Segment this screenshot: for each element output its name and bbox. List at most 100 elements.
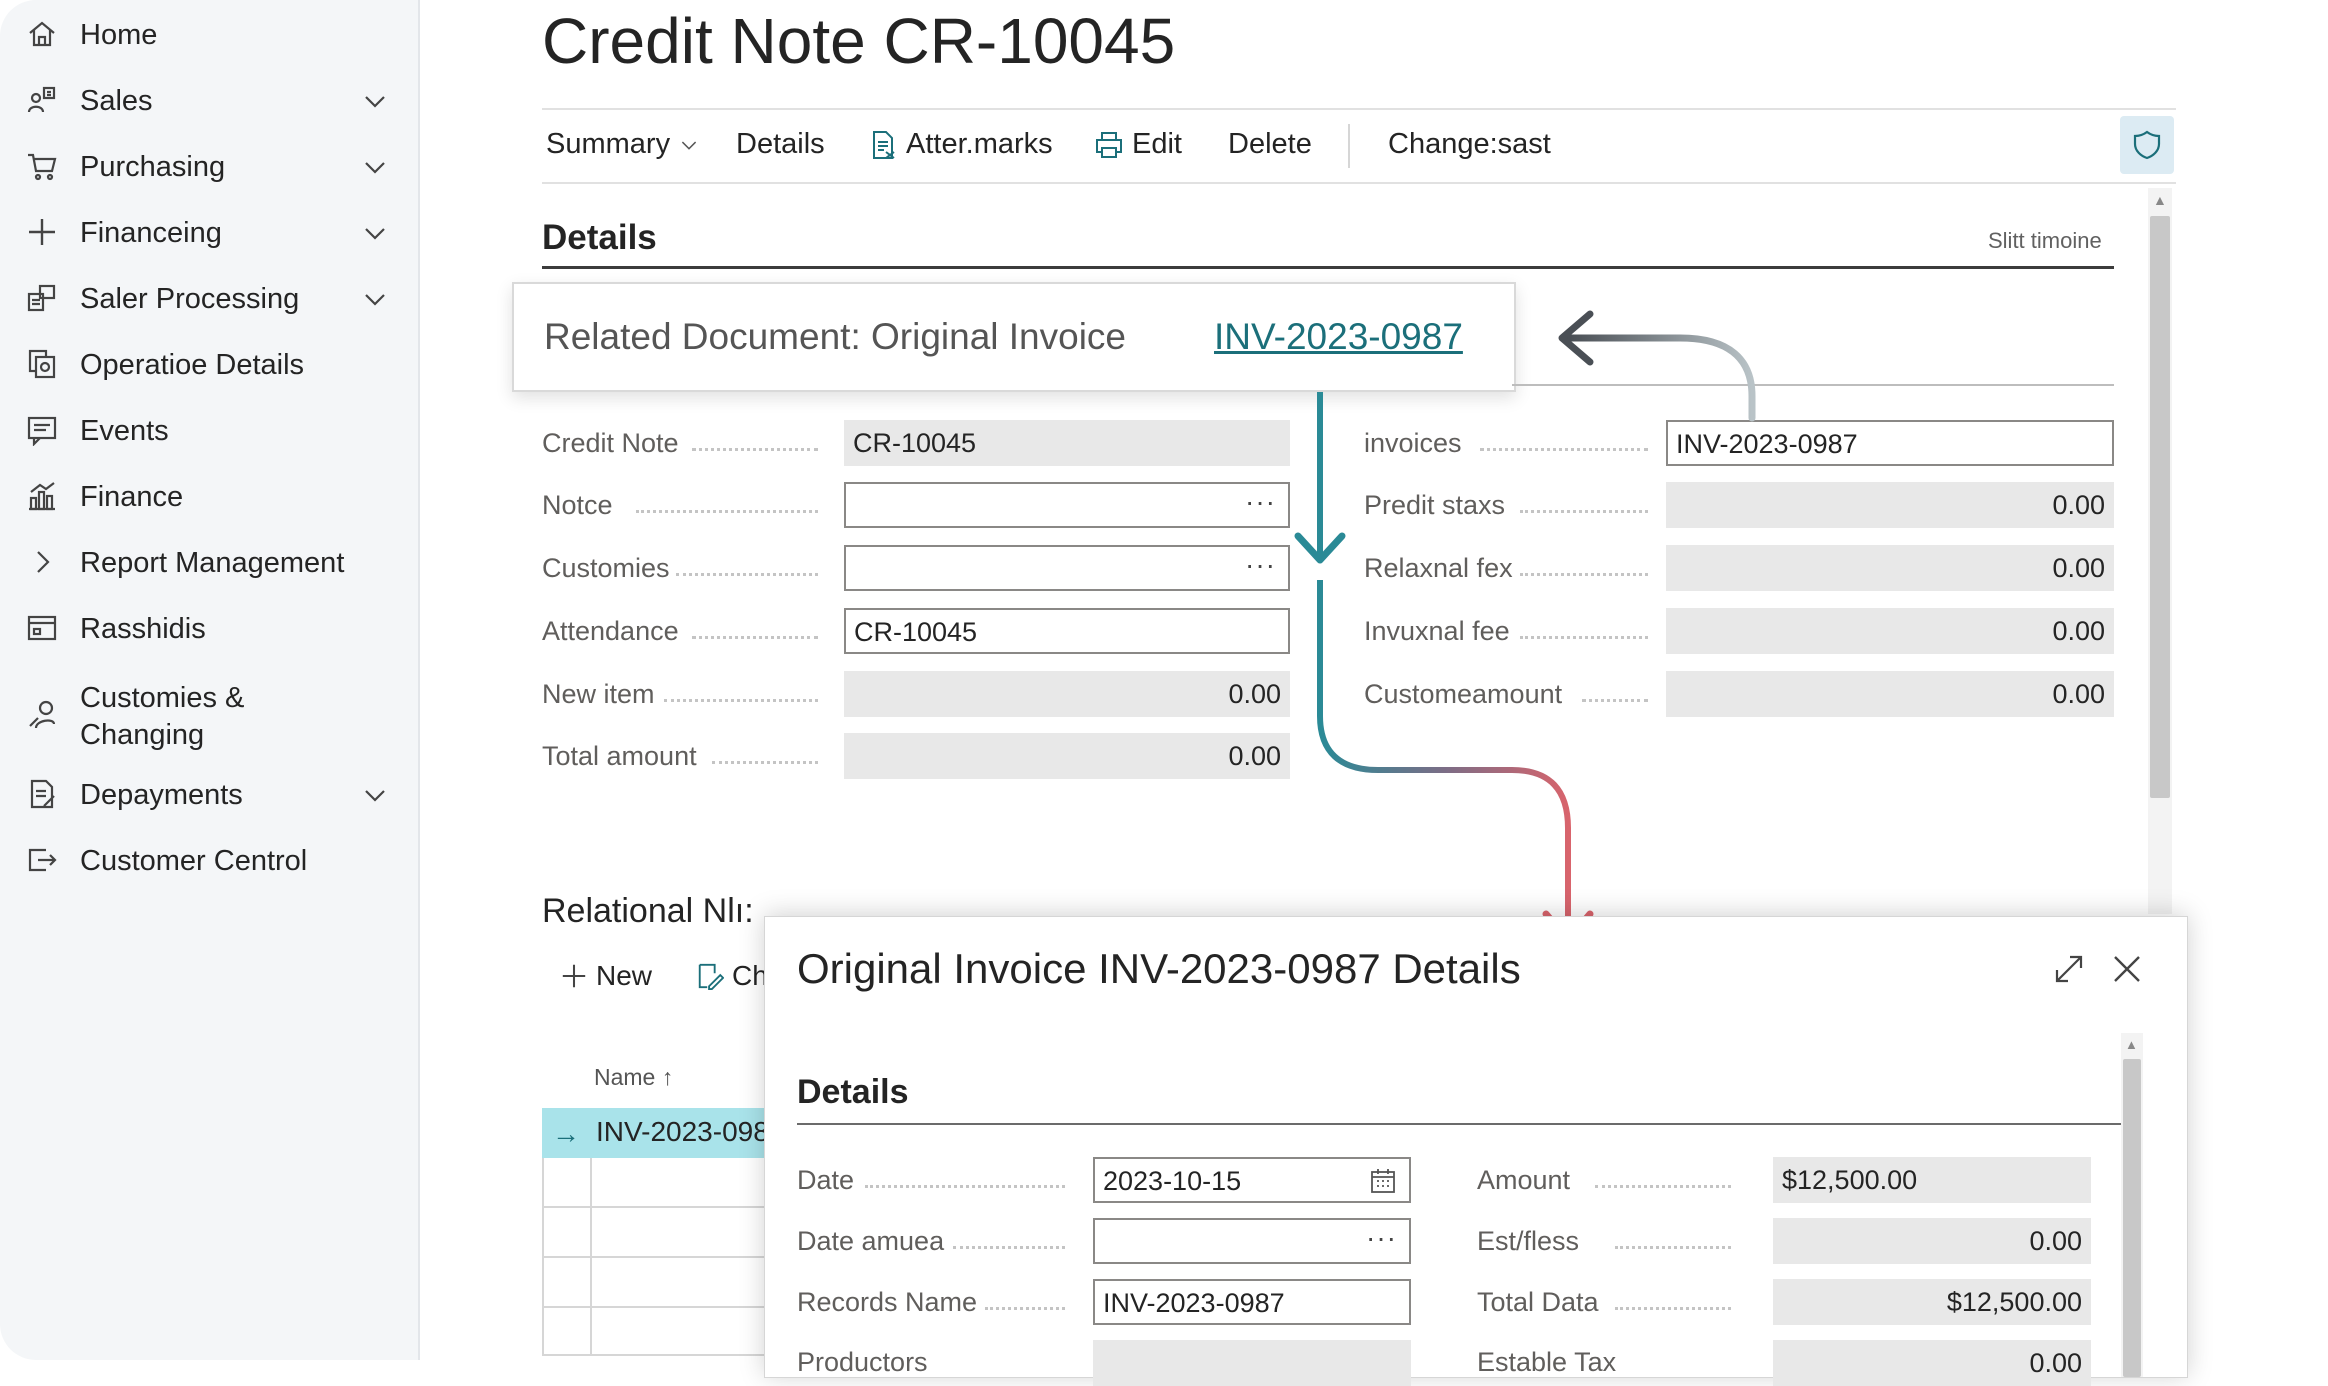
attachments-button[interactable]: Atter.marks — [868, 128, 1053, 161]
sidebar-item-label: Saler Processing — [80, 283, 300, 315]
field-leader — [1520, 569, 1648, 576]
sidebar-item-customies-changing[interactable]: Customies & Changing — [0, 678, 418, 751]
chevron-down-icon[interactable] — [362, 286, 388, 312]
field-leader — [985, 1303, 1065, 1310]
relational-section-title: Relational Nlı: — [542, 892, 754, 930]
invoices-field[interactable]: INV-2023-0987 — [1666, 420, 2114, 466]
field-label: Relaxnal fex — [1364, 553, 1513, 583]
table-row[interactable] — [544, 1306, 772, 1356]
dialog-scrollbar-thumb[interactable] — [2123, 1059, 2141, 1377]
sidebar-item-report-management[interactable]: Report Management — [0, 532, 418, 592]
chevron-down-icon — [681, 141, 697, 150]
more-icon[interactable]: ··· — [1245, 543, 1276, 587]
details-side-link[interactable]: Slitt timoine — [1988, 228, 2102, 254]
down-arrowhead-teal — [1294, 532, 1346, 564]
date-value: 2023-10-15 — [1103, 1166, 1242, 1196]
sales-icon — [26, 84, 58, 116]
main-scrollbar-thumb[interactable] — [2150, 216, 2170, 798]
relaxnal-fex-field[interactable]: 0.00 — [1666, 545, 2114, 591]
field-label: Invuxnal fee — [1364, 616, 1510, 646]
chevron-down-icon[interactable] — [362, 220, 388, 246]
field-label: Credit Note — [542, 428, 679, 458]
invoice-details-dialog: Original Invoice INV-2023-0987 Details D… — [764, 916, 2188, 1386]
field-label: Amount — [1477, 1165, 1571, 1195]
sidebar-item-saler-processing[interactable]: Saler Processing — [0, 268, 418, 328]
chevron-down-icon[interactable] — [362, 88, 388, 114]
sidebar-item-purchasing[interactable]: Purchasing — [0, 136, 418, 196]
change-list-button[interactable]: Ch — [696, 960, 768, 992]
sidebar-item-events[interactable]: Events — [0, 400, 418, 460]
change-button[interactable]: Change:sast — [1388, 128, 1551, 161]
shield-button[interactable] — [2120, 116, 2174, 174]
chart-icon — [26, 480, 58, 512]
records-name-field[interactable]: INV-2023-0987 — [1093, 1279, 1411, 1325]
selected-table-row[interactable]: → INV-2023-098 — [542, 1108, 770, 1158]
sidebar-item-operatioe-details[interactable]: Operatioe Details — [0, 334, 418, 394]
predit-staxs-field[interactable]: 0.00 — [1666, 482, 2114, 528]
field-label: Productors — [797, 1347, 928, 1377]
field-leader — [636, 506, 818, 513]
table-row[interactable] — [544, 1206, 772, 1256]
sidebar-item-rasshidis[interactable]: Rasshidis — [0, 598, 418, 658]
field-leader — [1615, 1303, 1731, 1310]
sidebar-item-customer-centrol[interactable]: Customer Centrol — [0, 830, 418, 890]
table-row[interactable] — [544, 1156, 772, 1206]
field-leader — [1520, 632, 1648, 639]
table-row[interactable] — [544, 1256, 772, 1306]
action-bar: Summary Details Atter.marks Edit Delete … — [542, 118, 2176, 180]
sidebar-item-label: Depayments — [80, 779, 243, 811]
shield-icon — [2133, 130, 2161, 160]
total-amount-field[interactable]: 0.00 — [844, 733, 1290, 779]
calendar-icon[interactable] — [1369, 1167, 1397, 1195]
scroll-up-icon[interactable]: ▲ — [2125, 1037, 2138, 1052]
attendance-field[interactable]: CR-10045 — [844, 608, 1290, 654]
estable-tax-field[interactable]: 0.00 — [1773, 1340, 2091, 1386]
field-label: invoices — [1364, 428, 1462, 458]
amount-field[interactable]: $12,500.00 — [1773, 1157, 2091, 1203]
sidebar-item-label: Sales — [80, 85, 153, 117]
print-icon — [1096, 131, 1122, 158]
arc-arrow-to-link — [1566, 334, 1756, 422]
field-label: Notce — [542, 490, 613, 520]
sidebar-item-financeing[interactable]: Financeing — [0, 202, 418, 262]
scroll-up-icon[interactable]: ▲ — [2153, 192, 2167, 208]
column-header-name[interactable]: Name ↑ — [594, 1064, 673, 1091]
chevron-down-icon[interactable] — [362, 154, 388, 180]
plus-icon — [562, 964, 586, 988]
customeamount-field[interactable]: 0.00 — [1666, 671, 2114, 717]
related-invoice-link[interactable]: INV-2023-0987 — [1214, 316, 1463, 358]
field-label: Predit staxs — [1364, 490, 1506, 520]
dialog-section-rule — [797, 1123, 2137, 1125]
productors-field[interactable] — [1093, 1340, 1411, 1386]
new-item-field[interactable]: 0.00 — [844, 671, 1290, 717]
close-icon[interactable] — [2109, 951, 2145, 987]
field-label: Records Name — [797, 1287, 978, 1317]
chevron-right-icon — [26, 546, 58, 578]
field-label: Estable Tax — [1477, 1347, 1617, 1377]
notce-field[interactable]: ··· — [844, 482, 1290, 528]
sidebar-item-home[interactable]: Home — [0, 4, 418, 64]
more-icon[interactable]: ··· — [1366, 1216, 1397, 1260]
sidebar-item-label: Report Management — [80, 547, 345, 579]
summary-menu[interactable]: Summary — [546, 128, 700, 161]
new-button[interactable]: New — [560, 960, 652, 992]
est-fless-field[interactable]: 0.00 — [1773, 1218, 2091, 1264]
date-field[interactable]: 2023-10-15 — [1093, 1157, 1411, 1203]
invuxnal-fee-field[interactable]: 0.00 — [1666, 608, 2114, 654]
divider — [1512, 384, 2114, 386]
payments-icon — [26, 778, 58, 810]
edit-button[interactable]: Edit — [1094, 128, 1182, 161]
expand-icon[interactable] — [2051, 951, 2087, 987]
more-icon[interactable]: ··· — [1245, 480, 1276, 524]
chevron-down-icon[interactable] — [362, 782, 388, 808]
sidebar-item-finance[interactable]: Finance — [0, 466, 418, 526]
date-amuea-field[interactable]: ··· — [1093, 1218, 1411, 1264]
total-data-field[interactable]: $12,500.00 — [1773, 1279, 2091, 1325]
details-button[interactable]: Details — [736, 128, 825, 161]
sidebar-item-depayments[interactable]: Depayments — [0, 764, 418, 824]
processing-icon — [26, 282, 58, 314]
delete-button[interactable]: Delete — [1228, 128, 1312, 161]
sidebar-item-sales[interactable]: Sales — [0, 70, 418, 130]
customies-field[interactable]: ··· — [844, 545, 1290, 591]
credit-note-field[interactable]: CR-10045 — [844, 420, 1290, 466]
